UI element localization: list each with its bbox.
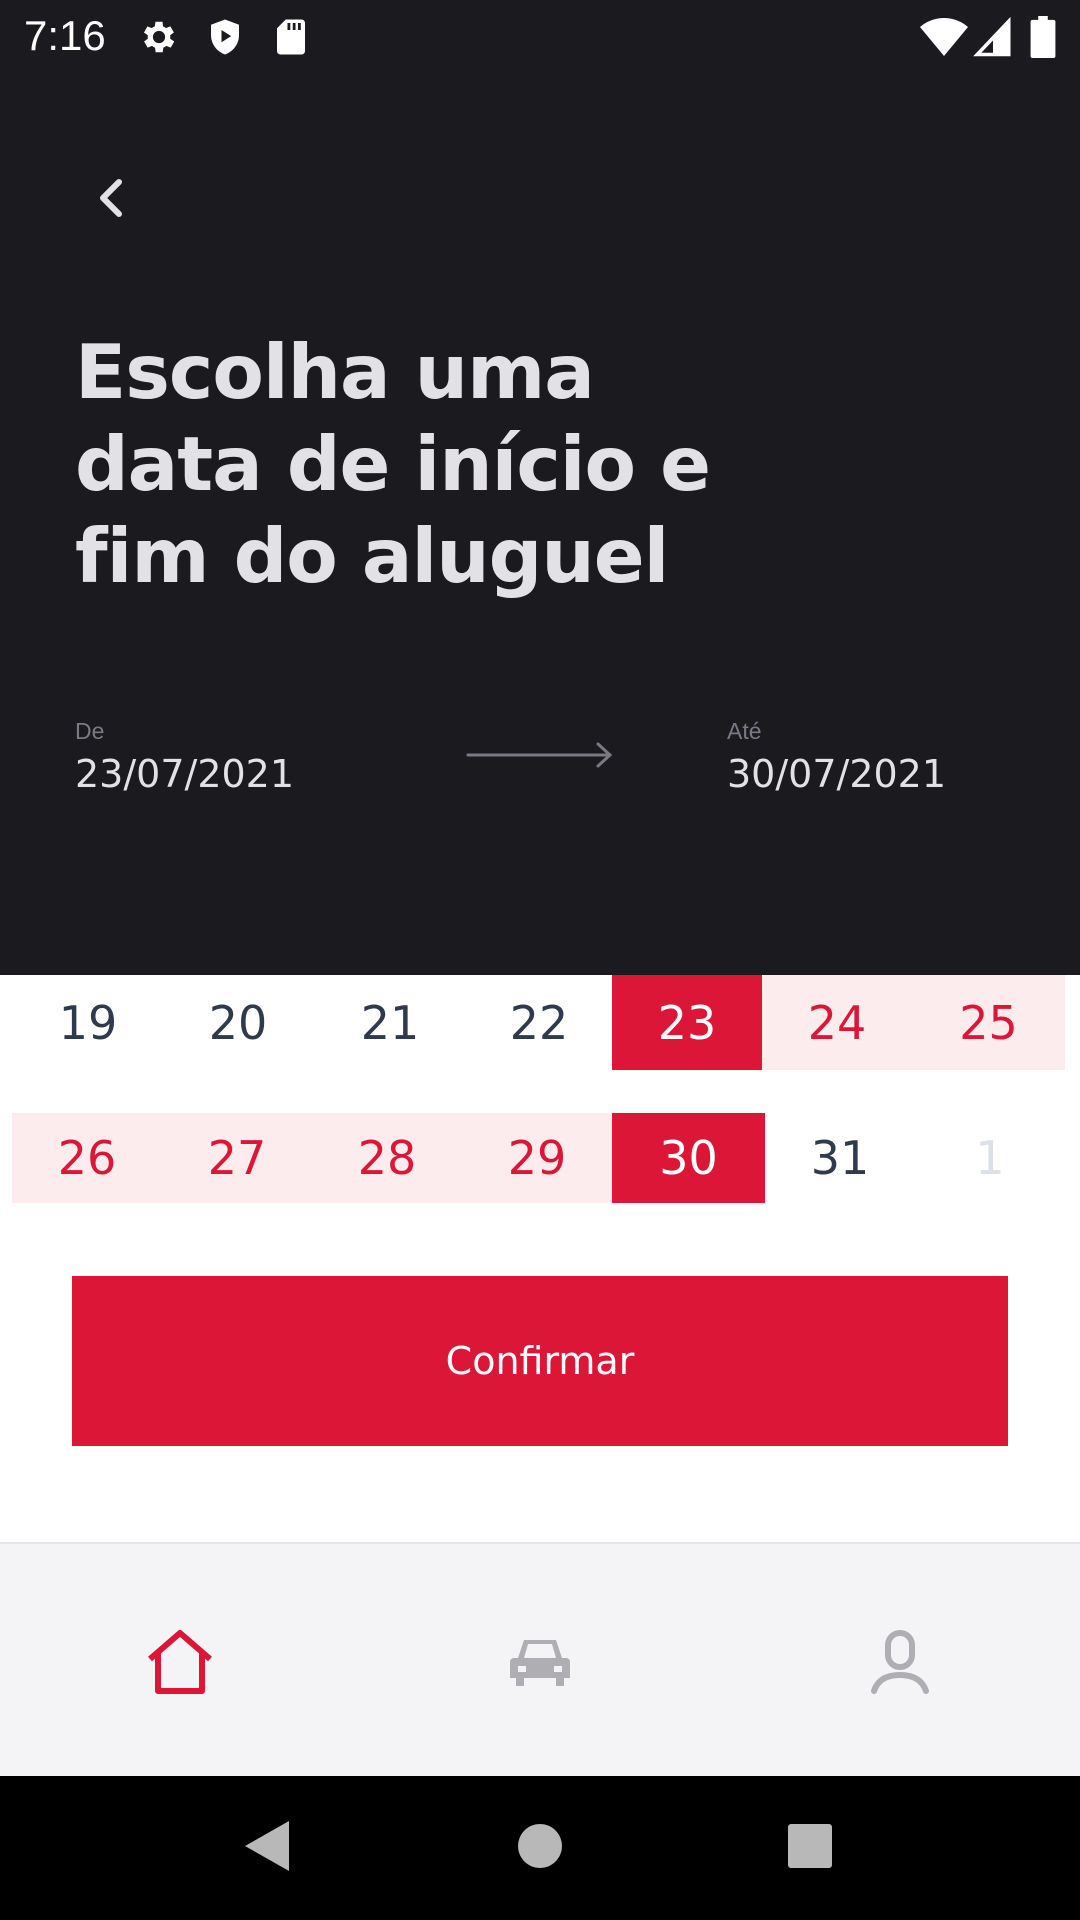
sd-card-icon: [270, 16, 312, 58]
bottom-nav: [0, 1542, 1080, 1776]
system-navigation-bar: [0, 1776, 1080, 1920]
calendar-day-end[interactable]: 30: [612, 1113, 765, 1203]
system-back-button[interactable]: [236, 1816, 300, 1880]
calendar-day[interactable]: 26: [12, 1113, 162, 1203]
calendar-day-next-month: 1: [975, 1131, 1005, 1185]
from-date: 23/07/2021: [75, 752, 295, 796]
square-recents-icon: [787, 1823, 833, 1874]
calendar-day[interactable]: 21: [330, 975, 450, 1070]
chevron-left-icon: [95, 178, 129, 223]
calendar-day[interactable]: 28: [312, 1113, 462, 1203]
calendar-day[interactable]: 25: [912, 975, 1065, 1070]
shield-play-icon: [204, 16, 246, 58]
calendar-day[interactable]: 20: [178, 975, 298, 1070]
calendar-day[interactable]: 27: [162, 1113, 312, 1203]
nav-home[interactable]: [140, 1624, 220, 1704]
battery-icon: [1030, 16, 1056, 58]
confirm-button[interactable]: Confirmar: [72, 1276, 1008, 1446]
system-recents-button[interactable]: [778, 1816, 842, 1880]
header: Escolha uma data de início e fim do alug…: [0, 72, 1080, 975]
home-icon: [144, 1627, 216, 1702]
user-icon: [870, 1629, 930, 1700]
calendar-day[interactable]: 29: [462, 1113, 612, 1203]
back-button[interactable]: [80, 168, 144, 232]
from-label: De: [75, 718, 105, 744]
calendar-day[interactable]: 19: [28, 975, 148, 1070]
nav-cars[interactable]: [500, 1624, 580, 1704]
circle-home-icon: [517, 1823, 563, 1874]
gear-icon: [138, 16, 180, 58]
calendar-day[interactable]: 24: [762, 975, 912, 1070]
to-date: 30/07/2021: [727, 752, 947, 796]
calendar-day-start[interactable]: 23: [612, 975, 762, 1070]
wifi-icon: [920, 16, 968, 58]
status-bar: 7:16: [0, 0, 1080, 72]
page-title: Escolha uma data de início e fim do alug…: [75, 328, 711, 600]
status-time: 7:16: [24, 12, 106, 59]
cell-signal-icon: [972, 16, 1014, 58]
car-icon: [508, 1634, 572, 1695]
arrow-right-icon: [466, 740, 614, 770]
nav-profile[interactable]: [860, 1624, 940, 1704]
system-home-button[interactable]: [508, 1816, 572, 1880]
calendar-day[interactable]: 31: [780, 1113, 900, 1203]
calendar-day[interactable]: 22: [479, 975, 599, 1070]
calendar: 19 20 21 22 23 24 25 26 27 28 29 30 31 1: [0, 975, 1080, 1245]
to-label: Até: [727, 718, 762, 744]
triangle-back-icon: [243, 1819, 293, 1878]
